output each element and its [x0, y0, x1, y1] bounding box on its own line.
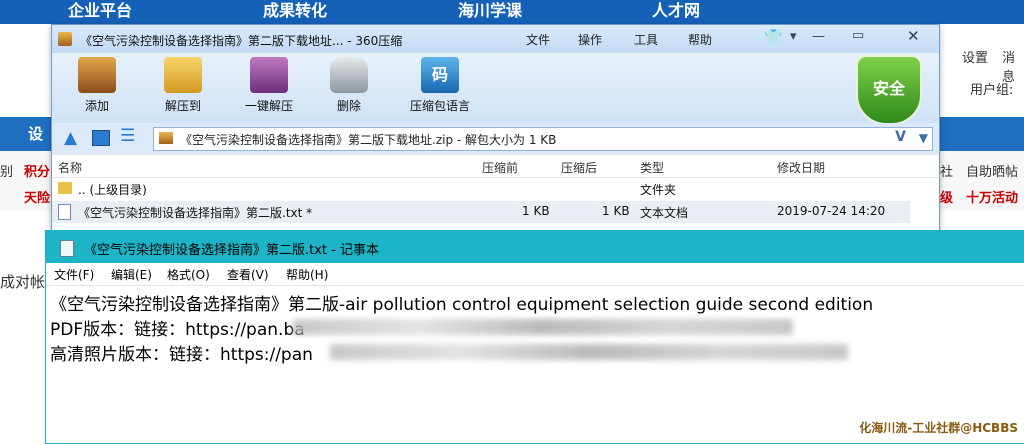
left-text-1: 别 — [0, 165, 14, 180]
np-menu-file[interactable]: 文件(F) — [54, 266, 94, 283]
settings-link[interactable]: 设置 — [962, 47, 988, 66]
add-archive-icon — [78, 57, 116, 93]
blurred-link-2 — [330, 344, 848, 360]
text-file-icon — [58, 204, 71, 220]
hundred-k-activity-link[interactable]: 十万活动 — [966, 187, 1018, 206]
row-before: 1 KB — [522, 204, 550, 218]
zip-menu-file[interactable]: 文件 — [526, 31, 550, 48]
zip-app-icon — [58, 32, 72, 46]
view-thumbnail-icon[interactable] — [92, 130, 110, 146]
left-text-3[interactable]: 天险 — [24, 187, 50, 206]
nav-courses[interactable]: 海川学课 — [458, 0, 522, 24]
path-dropdown-icon[interactable]: ▼ — [919, 131, 928, 145]
np-menu-format[interactable]: 格式(O) — [167, 266, 210, 283]
col-after[interactable]: 压缩后 — [561, 159, 597, 176]
np-menu-help[interactable]: 帮助(H) — [286, 266, 328, 283]
minimize-icon[interactable]: — — [812, 29, 825, 44]
view-list-icon[interactable]: ☰ — [120, 126, 135, 146]
row-name: .. (上级目录) — [78, 183, 147, 197]
zip-menu-tools[interactable]: 工具 — [634, 31, 658, 48]
notepad-menubar: 文件(F) 编辑(E) 格式(O) 查看(V) 帮助(H) — [46, 263, 1024, 286]
path-v-icon[interactable]: V — [895, 129, 906, 145]
table-row[interactable]: .. (上级目录) 文件夹 — [52, 178, 939, 200]
col-date[interactable]: 修改日期 — [777, 159, 825, 176]
archive-path-text: 《空气污染控制设备选择指南》第二版下载地址.zip - 解包大小为 1 KB — [180, 133, 557, 147]
extract-to-button[interactable]: 解压到 — [148, 57, 218, 121]
site-top-nav: 企业平台 成果转化 海川学课 人才网 — [0, 0, 1024, 24]
watermark: 化海川流-工业社群@HCBBS — [859, 421, 1018, 435]
notepad-window: 《空气污染控制设备选择指南》第二版.txt - 记事本 文件(F) 编辑(E) … — [45, 230, 1024, 444]
col-type[interactable]: 类型 — [640, 159, 664, 176]
zip-titlebar: 《空气污染控制设备选择指南》第二版下载地址... - 360压缩 文件 操作 工… — [52, 25, 939, 53]
text-line-1: 《空气污染控制设备选择指南》第二版-air pollution control … — [50, 295, 874, 315]
options-icon[interactable]: ▾ — [790, 29, 797, 44]
up-arrow-icon[interactable]: ▲ — [64, 128, 77, 148]
table-row[interactable]: 《空气污染控制设备选择指南》第二版.txt * 1 KB 1 KB 文本文档 2… — [52, 201, 910, 223]
nav-achievements[interactable]: 成果转化 — [263, 0, 327, 24]
security-shield-icon[interactable]: 安全 — [856, 55, 922, 125]
user-group-label: 用户组: — [970, 83, 1014, 98]
skin-shirt-icon[interactable]: 👕 — [764, 28, 783, 46]
nav-talent[interactable]: 人才网 — [652, 0, 700, 24]
one-click-extract-icon — [250, 57, 288, 93]
col-name[interactable]: 名称 — [58, 159, 82, 176]
notepad-app-icon — [60, 240, 74, 257]
zip-menu-help[interactable]: 帮助 — [688, 31, 712, 48]
row-after: 1 KB — [602, 204, 630, 218]
zip-address-row: ▲ ☰ 《空气污染控制设备选择指南》第二版下载地址.zip - 解包大小为 1 … — [52, 123, 939, 155]
text-line-3: 高清照片版本：链接：https://pan — [50, 345, 313, 365]
left-text-2[interactable]: 积分 — [24, 161, 50, 180]
delete-button[interactable]: 删除 — [314, 57, 384, 121]
add-button[interactable]: 添加 — [62, 57, 132, 121]
trash-bin-icon — [330, 57, 368, 93]
extract-to-icon — [164, 57, 202, 93]
row-date: 2019-07-24 14:20 — [777, 204, 886, 218]
np-menu-view[interactable]: 查看(V) — [227, 266, 269, 283]
archive-language-icon: 码 — [421, 57, 459, 93]
zip-window: 《空气污染控制设备选择指南》第二版下载地址... - 360压缩 文件 操作 工… — [51, 24, 940, 231]
archive-path-field[interactable]: 《空气污染控制设备选择指南》第二版下载地址.zip - 解包大小为 1 KB V… — [153, 127, 933, 151]
maximize-icon[interactable]: ▭ — [852, 28, 864, 43]
one-click-extract-button[interactable]: 一键解压 — [234, 57, 304, 121]
col-before[interactable]: 压缩前 — [482, 159, 518, 176]
sub-right-2: 级 — [940, 191, 954, 206]
zip-file-icon — [159, 132, 173, 144]
blurred-link-1 — [293, 319, 793, 335]
close-icon[interactable]: ✕ — [907, 27, 920, 45]
security-badge-label: 安全 — [872, 79, 905, 98]
zip-window-title: 《空气污染控制设备选择指南》第二版下载地址... - 360压缩 — [80, 34, 403, 48]
text-line-2: PDF版本：链接：https://pan.ba — [50, 320, 305, 340]
zip-toolbar: 添加 解压到 一键解压 删除 码 压缩包语言 安全 — [52, 53, 939, 125]
archive-language-button[interactable]: 码 压缩包语言 — [395, 57, 485, 121]
file-list-header: 名称 压缩前 压缩后 类型 修改日期 — [52, 155, 939, 178]
zip-file-list: 名称 压缩前 压缩后 类型 修改日期 .. (上级目录) 文件夹 《空气污染控制… — [52, 155, 939, 230]
self-help-link[interactable]: 自助晒帖 — [966, 161, 1018, 180]
sub-right-1: 社 — [940, 165, 954, 180]
np-menu-edit[interactable]: 编辑(E) — [111, 266, 152, 283]
folder-icon — [58, 182, 72, 194]
notepad-titlebar: 《空气污染控制设备选择指南》第二版.txt - 记事本 — [46, 231, 1024, 263]
row-type: 文本文档 — [640, 206, 689, 220]
nav-enterprise[interactable]: 企业平台 — [68, 0, 132, 24]
row-type: 文件夹 — [640, 183, 677, 197]
notepad-window-title: 《空气污染控制设备选择指南》第二版.txt - 记事本 — [84, 243, 379, 258]
site-bar-label: 设 — [28, 125, 44, 143]
zip-menu-operation[interactable]: 操作 — [578, 31, 602, 48]
row-name: 《空气污染控制设备选择指南》第二版.txt * — [78, 206, 313, 220]
